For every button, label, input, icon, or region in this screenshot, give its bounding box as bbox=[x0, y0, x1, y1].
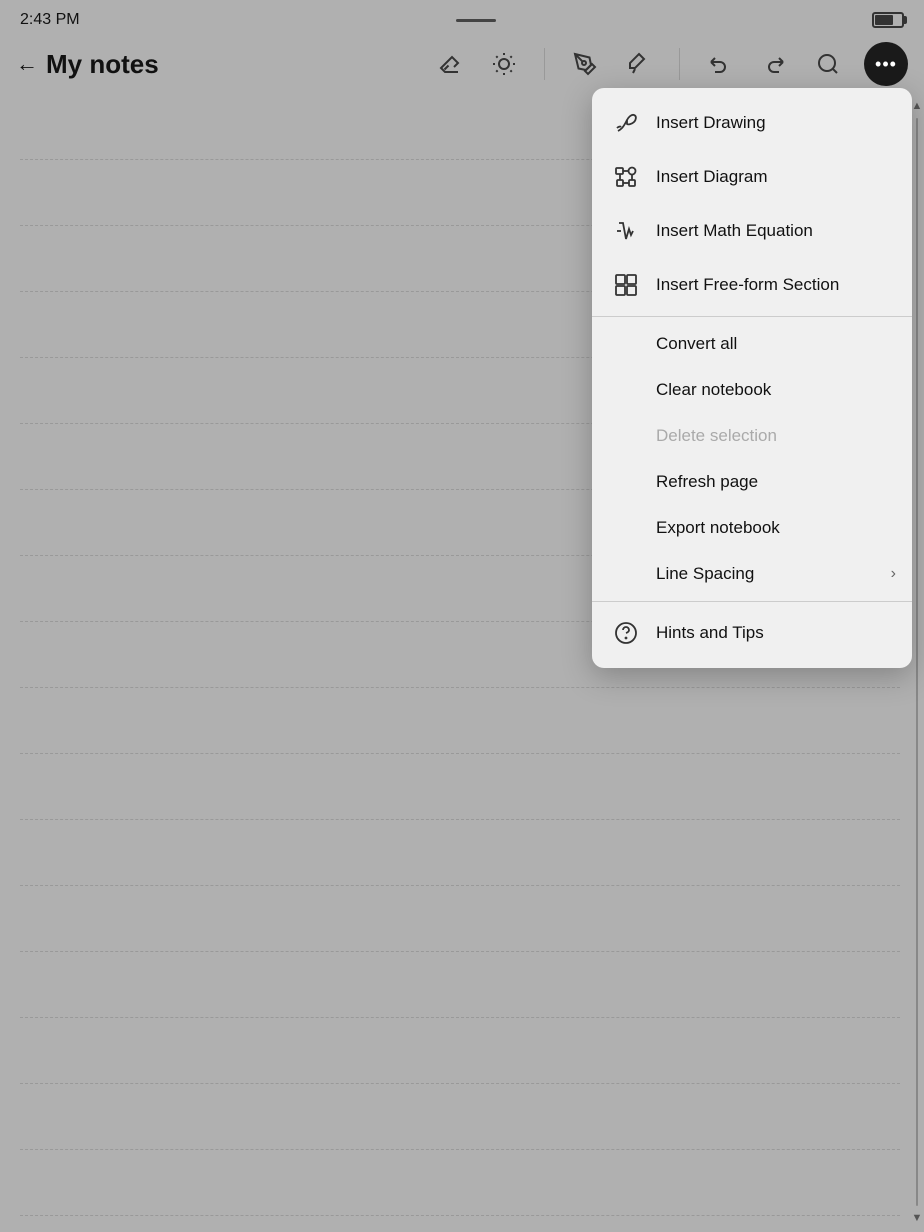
delete-selection-label: Delete selection bbox=[656, 426, 777, 446]
toolbar-right: ••• bbox=[432, 42, 908, 86]
chevron-right-icon: › bbox=[891, 565, 896, 583]
toolbar-left: ← My notes bbox=[16, 49, 432, 80]
battery-indicator bbox=[872, 12, 904, 28]
battery-icon bbox=[872, 12, 904, 28]
notebook-line bbox=[20, 1018, 900, 1084]
menu-item-export-notebook[interactable]: Export notebook bbox=[592, 505, 912, 551]
redo-button[interactable] bbox=[756, 46, 792, 82]
menu-item-clear-notebook[interactable]: Clear notebook bbox=[592, 367, 912, 413]
pen-icon bbox=[573, 52, 597, 76]
menu-item-insert-freeform[interactable]: Insert Free-form Section bbox=[592, 258, 912, 312]
menu-section-actions: Convert all Clear notebook Delete select… bbox=[592, 317, 912, 602]
export-notebook-label: Export notebook bbox=[656, 518, 780, 538]
menu-item-insert-diagram[interactable]: Insert Diagram bbox=[592, 150, 912, 204]
toolbar: ← My notes bbox=[0, 36, 924, 92]
notebook-line bbox=[20, 1150, 900, 1216]
menu-item-refresh-page[interactable]: Refresh page bbox=[592, 459, 912, 505]
freeform-icon bbox=[612, 271, 640, 299]
scrollbar[interactable]: ▲ ▼ bbox=[910, 92, 924, 1232]
status-bar: 2:43 PM bbox=[0, 0, 924, 36]
undo-icon bbox=[708, 52, 732, 76]
menu-item-insert-math[interactable]: Insert Math Equation bbox=[592, 204, 912, 258]
refresh-page-label: Refresh page bbox=[656, 472, 758, 492]
menu-item-line-spacing[interactable]: Line Spacing › bbox=[592, 551, 912, 597]
notebook-line bbox=[20, 886, 900, 952]
diagram-icon bbox=[612, 163, 640, 191]
notebook-line bbox=[20, 1084, 900, 1150]
insert-drawing-label: Insert Drawing bbox=[656, 113, 766, 133]
eraser-button[interactable] bbox=[432, 46, 468, 82]
insert-diagram-label: Insert Diagram bbox=[656, 167, 767, 187]
menu-item-convert-all[interactable]: Convert all bbox=[592, 321, 912, 367]
undo-button[interactable] bbox=[702, 46, 738, 82]
scroll-up-arrow[interactable]: ▲ bbox=[912, 100, 923, 112]
toolbar-divider-2 bbox=[679, 48, 680, 80]
search-button[interactable] bbox=[810, 46, 846, 82]
eraser-icon bbox=[438, 52, 462, 76]
notebook-line bbox=[20, 688, 900, 754]
notebook-line bbox=[20, 754, 900, 820]
highlighter-icon bbox=[627, 52, 651, 76]
context-menu: Insert Drawing Insert Diagram bbox=[592, 88, 912, 668]
math-icon bbox=[612, 217, 640, 245]
convert-all-label: Convert all bbox=[656, 334, 737, 354]
menu-item-delete-selection[interactable]: Delete selection bbox=[592, 413, 912, 459]
brightness-icon bbox=[492, 52, 516, 76]
hints-tips-label: Hints and Tips bbox=[656, 623, 764, 643]
drawing-icon bbox=[612, 109, 640, 137]
notebook-line bbox=[20, 820, 900, 886]
menu-item-insert-drawing[interactable]: Insert Drawing bbox=[592, 96, 912, 150]
clear-notebook-label: Clear notebook bbox=[656, 380, 771, 400]
more-button[interactable]: ••• bbox=[864, 42, 908, 86]
status-center-indicator bbox=[456, 19, 496, 22]
highlighter-button[interactable] bbox=[621, 46, 657, 82]
insert-math-label: Insert Math Equation bbox=[656, 221, 813, 241]
back-arrow-icon: ← bbox=[16, 51, 38, 77]
brightness-button[interactable] bbox=[486, 46, 522, 82]
back-button[interactable]: ← My notes bbox=[16, 49, 159, 80]
question-icon bbox=[612, 619, 640, 647]
menu-section-insert: Insert Drawing Insert Diagram bbox=[592, 88, 912, 317]
menu-item-hints-tips[interactable]: Hints and Tips bbox=[592, 606, 912, 660]
scroll-down-arrow[interactable]: ▼ bbox=[912, 1212, 923, 1224]
page-title: My notes bbox=[46, 49, 159, 80]
status-time: 2:43 PM bbox=[20, 11, 80, 29]
pen-button[interactable] bbox=[567, 46, 603, 82]
more-dots-icon: ••• bbox=[875, 54, 897, 75]
search-icon bbox=[816, 52, 840, 76]
redo-icon bbox=[762, 52, 786, 76]
toolbar-divider bbox=[544, 48, 545, 80]
insert-freeform-label: Insert Free-form Section bbox=[656, 275, 839, 295]
scroll-track bbox=[916, 118, 918, 1206]
notebook-line bbox=[20, 952, 900, 1018]
line-spacing-label: Line Spacing bbox=[656, 564, 754, 584]
battery-fill bbox=[875, 15, 893, 25]
menu-section-help: Hints and Tips bbox=[592, 602, 912, 668]
